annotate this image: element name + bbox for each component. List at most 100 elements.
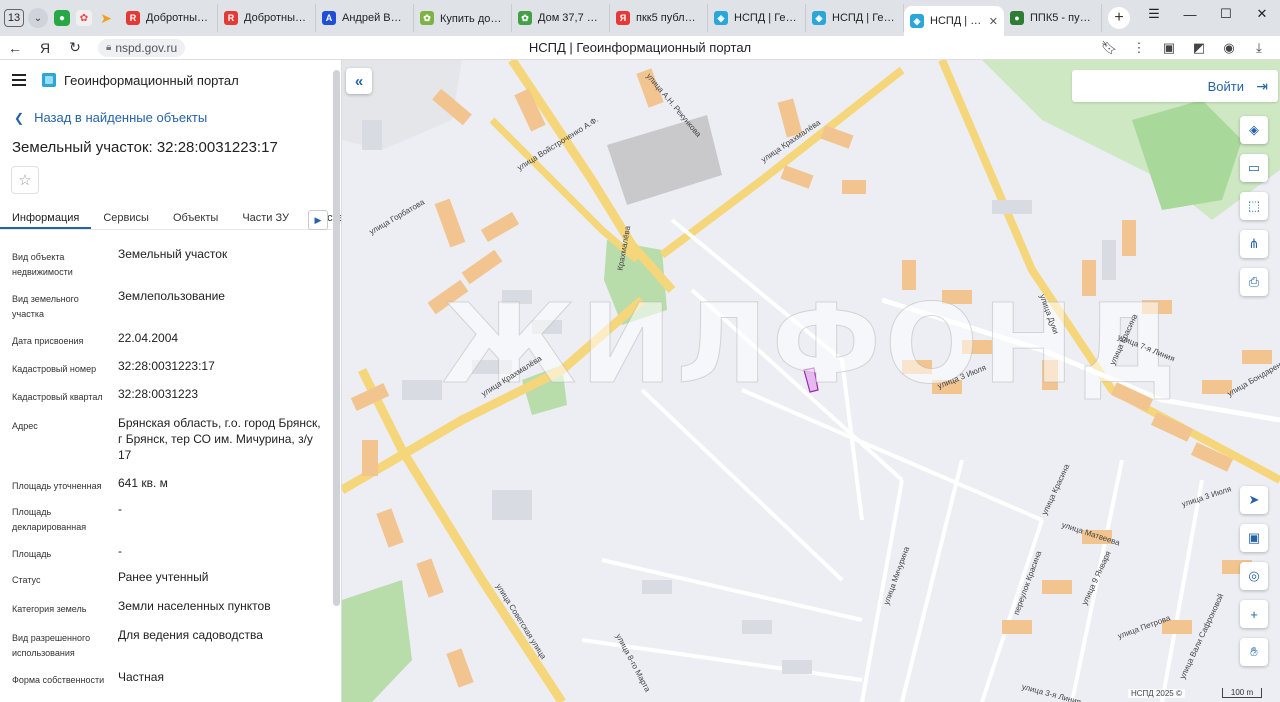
geolocation-icon[interactable]: ◎ — [1240, 562, 1268, 590]
bookmark-icon[interactable]: 🔖︎ — [1094, 40, 1124, 56]
login-button[interactable]: Войти ⇥ — [1072, 70, 1278, 102]
tabs-dropdown-icon[interactable]: ⌄ — [28, 8, 48, 28]
property-key: Статус — [12, 575, 41, 585]
tab-label: НСПД | Геои — [930, 15, 985, 27]
property-key: Вид разрешенного использования — [12, 633, 91, 658]
url-field[interactable]: 🔒︎ nspd.gov.ru — [98, 38, 186, 57]
tab-favicon-icon: ✿ — [518, 11, 532, 25]
arrow-icon[interactable]: ➤ — [98, 10, 114, 26]
tab-favicon-icon: ◈ — [812, 11, 826, 25]
zoom-in-icon[interactable]: + — [1240, 600, 1268, 628]
property-value: Брянская область, г.о. город Брянск, г Б… — [118, 416, 321, 462]
locate-icon[interactable]: ➤ — [1240, 486, 1268, 514]
close-window-icon[interactable]: ✕ — [1244, 0, 1280, 28]
map-attribution: НСПД 2025 © — [1128, 689, 1185, 698]
reload-icon[interactable]: ↻ — [60, 36, 90, 60]
browser-tab[interactable]: ✿ Дом 37,7 м² на у — [512, 4, 610, 32]
tab-label: Дом 37,7 м² на у — [538, 12, 603, 24]
more-icon[interactable]: ⋮ — [1124, 40, 1154, 56]
browser-tab[interactable]: A Андрей Ворони — [316, 4, 414, 32]
tab-favicon-icon: ● — [1010, 11, 1024, 25]
menu-icon[interactable] — [12, 74, 26, 86]
property-key: Категория земель — [12, 604, 87, 614]
minimize-icon[interactable]: — — [1172, 0, 1208, 28]
layers-icon[interactable]: ◈ — [1240, 116, 1268, 144]
property-key: Форма собственности — [12, 675, 105, 685]
select-area-icon[interactable]: ⬚ — [1240, 192, 1268, 220]
new-tab-icon[interactable]: + — [1108, 7, 1130, 29]
property-key: Площадь декларированная — [12, 507, 87, 532]
profile-icon[interactable]: ◉ — [1214, 40, 1244, 56]
tab-parts[interactable]: Части ЗУ — [230, 206, 301, 229]
back-to-results-link[interactable]: ❮ Назад в найденные объекты — [14, 110, 207, 125]
browser-tab-bar: 13 ⌄ ● ✿ ➤ R Добротный дом R Добротный д… — [0, 0, 1280, 36]
address-bar: ← Я ↻ 🔒︎ nspd.gov.ru НСПД | Геоинформаци… — [0, 36, 1280, 60]
browser-tab-active[interactable]: ◈ НСПД | Геои ✕ — [904, 6, 1004, 36]
large-building — [607, 115, 722, 205]
tab-count-badge[interactable]: 13 — [4, 9, 24, 27]
reader-icon[interactable]: ▣ — [1154, 40, 1184, 56]
minimap-icon[interactable]: ▣ — [1240, 524, 1268, 552]
object-title: Земельный участок: 32:28:0031223:17 — [12, 139, 278, 156]
address-bar-actions: 🔖︎ ⋮ ▣ ◩ ◉ ⤓ — [1094, 36, 1274, 60]
tab-close-icon[interactable]: ✕ — [989, 15, 998, 28]
favorite-star-icon[interactable]: ☆ — [11, 166, 39, 194]
tab-label: ППК5 - публичн — [1030, 12, 1095, 24]
login-icon: ⇥ — [1256, 78, 1268, 94]
tab-favicon-icon: ◈ — [910, 14, 924, 28]
tab-services[interactable]: Сервисы — [91, 206, 161, 229]
extensions-icon[interactable]: ◩ — [1184, 40, 1214, 56]
collapse-panel-icon[interactable]: « — [346, 68, 372, 94]
portal-logo-icon — [42, 73, 56, 87]
share-icon[interactable]: ⋔ — [1240, 230, 1268, 258]
pan-hand-icon[interactable]: ✋︎ — [1240, 638, 1268, 666]
property-key: Кадастровый номер — [12, 364, 97, 374]
property-value: Частная — [118, 670, 164, 684]
panel-scrollbar[interactable] — [333, 70, 340, 606]
property-key: Адрес — [12, 421, 38, 431]
property-value: Земельный участок — [118, 247, 228, 261]
tab-label: Андрей Ворони — [342, 12, 407, 24]
scale-bar: 100 m — [1222, 688, 1262, 698]
browser-tab[interactable]: ● ППК5 - публичн — [1004, 4, 1102, 32]
property-value: 22.04.2004 — [118, 331, 179, 345]
tab-label: Добротный дом — [146, 12, 211, 24]
screen: 13 ⌄ ● ✿ ➤ R Добротный дом R Добротный д… — [0, 0, 1280, 702]
browser-tab[interactable]: ◈ НСПД | Геоинф — [708, 4, 806, 32]
print-icon[interactable]: ⎙ — [1240, 268, 1268, 296]
download-icon[interactable]: ⤓ — [1244, 40, 1274, 56]
back-icon[interactable]: ← — [0, 36, 30, 60]
window-controls: ☰ — ☐ ✕ — [1136, 0, 1280, 28]
quick-link-icon[interactable]: ● — [54, 10, 70, 26]
property-key: Дата присвоения — [12, 336, 84, 346]
info-tabs: Информация Сервисы Объекты Части ЗУ Сост… — [0, 206, 341, 230]
tab-favicon-icon: R — [126, 11, 140, 25]
panel-header: Геоинформационный портал — [0, 60, 341, 100]
browser-tab[interactable]: R Добротный дом — [218, 4, 316, 32]
selected-parcel — [803, 367, 819, 393]
browser-tab[interactable]: Я пкк5 публичная — [610, 4, 708, 32]
tab-label: Купить дом 🏠 — [440, 12, 505, 25]
tabs-scroll-right-icon[interactable]: ▶ — [308, 210, 328, 230]
yandex-icon[interactable]: Я — [30, 36, 60, 60]
tab-objects[interactable]: Объекты — [161, 206, 230, 229]
tab-label: НСПД | Геоинф — [734, 12, 799, 24]
maximize-icon[interactable]: ☐ — [1208, 0, 1244, 28]
flower-icon[interactable]: ✿ — [76, 10, 92, 26]
property-key: Кадастровый квартал — [12, 392, 103, 402]
browser-tab[interactable]: ✿ Купить дом 🏠 — [414, 4, 512, 32]
tab-label: НСПД | Геоинф — [832, 12, 897, 24]
tab-information[interactable]: Информация — [0, 206, 92, 229]
property-value: - — [118, 502, 122, 516]
property-key: Площадь — [12, 549, 52, 559]
green-area — [342, 580, 412, 702]
browser-tab[interactable]: R Добротный дом — [120, 4, 218, 32]
map-canvas — [342, 60, 1280, 702]
map-view[interactable]: ЖИЛФОНД улица Войстроченко А.Ф. улица Кр… — [342, 60, 1280, 702]
bookmarks-icon[interactable]: ☰ — [1136, 0, 1172, 28]
browser-tab[interactable]: ◈ НСПД | Геоинф — [806, 4, 904, 32]
property-key: Вид объекта недвижимости — [12, 252, 73, 277]
tab-favicon-icon: ◈ — [714, 11, 728, 25]
url-text: nspd.gov.ru — [115, 40, 178, 55]
ruler-icon[interactable]: ▭ — [1240, 154, 1268, 182]
